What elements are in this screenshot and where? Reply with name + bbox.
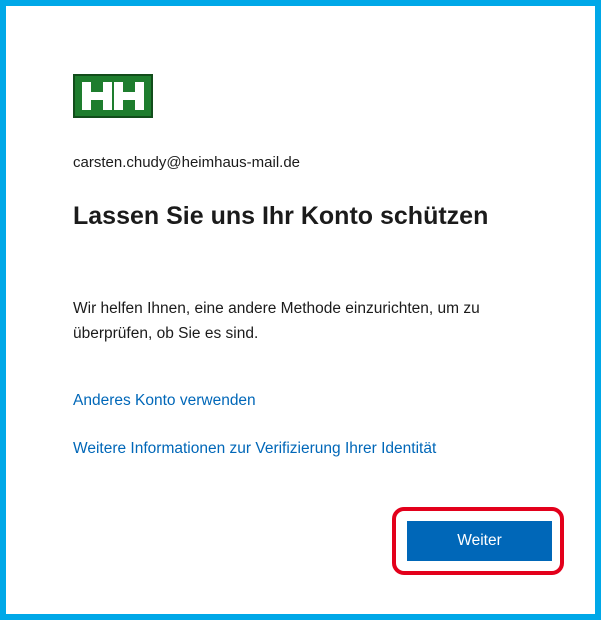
company-logo (73, 74, 153, 118)
sign-in-dialog: carsten.chudy@heimhaus-mail.de Lassen Si… (0, 0, 601, 620)
next-button[interactable]: Weiter (407, 521, 552, 561)
hh-logo-icon (82, 82, 144, 110)
page-title: Lassen Sie uns Ihr Konto schützen (73, 202, 489, 230)
page-description: Wir helfen Ihnen, eine andere Methode ei… (73, 300, 480, 342)
more-info-link[interactable]: Weitere Informationen zur Verifizierung … (73, 436, 513, 461)
account-email: carsten.chudy@heimhaus-mail.de (73, 154, 300, 171)
use-other-account-link[interactable]: Anderes Konto verwenden (73, 388, 256, 413)
